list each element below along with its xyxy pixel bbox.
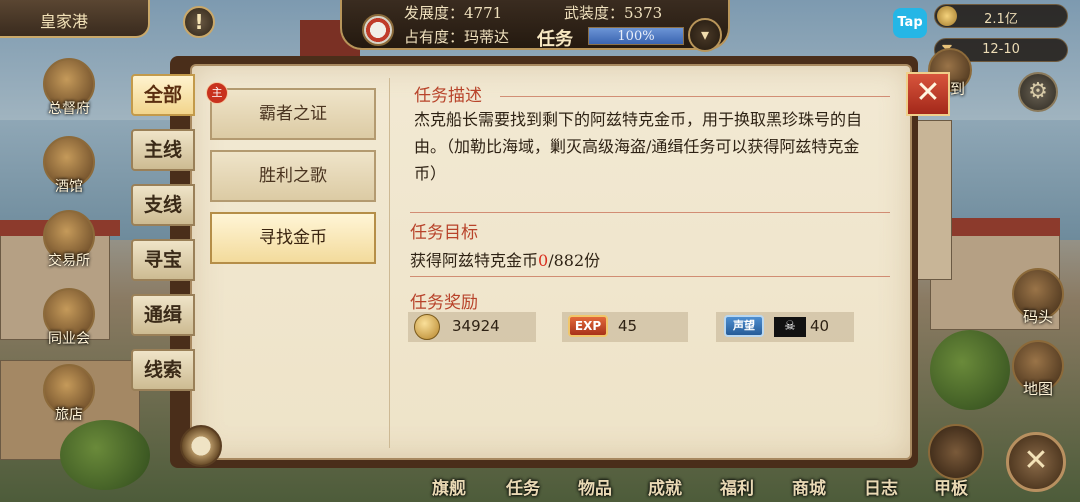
tab-wanted[interactable]: 通缉 [131, 294, 195, 336]
main-quest-badge: 主 [206, 82, 228, 104]
reward-coin: 34924 [408, 312, 536, 342]
tree-right [930, 330, 1010, 410]
exp-icon: EXP [568, 315, 608, 337]
compass-icon [180, 425, 222, 467]
menu-toggle-button[interactable]: ✕ [1006, 432, 1066, 492]
nav-log[interactable]: 日志 [864, 474, 898, 499]
tab-clues[interactable]: 线索 [131, 349, 195, 391]
tap-button[interactable]: Tap [893, 8, 927, 38]
reward-divider-top [410, 276, 890, 277]
city-guild-label: 同业会 [48, 331, 90, 347]
description-title: 任务描述 [414, 86, 482, 106]
quest-item-selected[interactable]: 寻找金币 [210, 212, 376, 264]
city-tavern-label: 酒馆 [55, 179, 83, 195]
tab-main[interactable]: 主线 [131, 129, 195, 171]
faction-emblem-icon [362, 14, 394, 46]
quest-name: 霸者之证 [259, 104, 327, 124]
city-inn-button[interactable]: 旅店 [38, 364, 100, 424]
nav-achievements[interactable]: 成就 [648, 474, 682, 499]
bottom-nav: 旗舰 任务 物品 成就 福利 商城 日志 甲板 [410, 470, 1010, 502]
nav-flagship[interactable]: 旗舰 [432, 474, 466, 499]
goal-total: /882份 [548, 251, 601, 270]
occupancy-stat: 占有度：玛蒂达 [404, 28, 510, 46]
city-exchange-button[interactable]: 交易所 [38, 210, 100, 270]
nav-shop[interactable]: 商城 [792, 474, 826, 499]
goal-current: 0 [538, 251, 549, 270]
city-governor-label: 总督府 [48, 101, 90, 117]
tree-left [60, 420, 150, 490]
goal-title: 任务目标 [410, 223, 478, 243]
gear-icon: ⚙ [1028, 79, 1048, 104]
quest-goal: 获得阿兹特克金币0/882份 [410, 247, 600, 271]
map-label: 地图 [1022, 380, 1053, 398]
dock-button[interactable]: 码头 [1008, 268, 1068, 327]
city-inn-label: 旅店 [55, 407, 83, 423]
task-progress-bar: 100% [588, 27, 684, 45]
gold-coin-icon [414, 314, 440, 340]
description-divider [500, 96, 890, 97]
city-exchange-label: 交易所 [48, 253, 90, 269]
map-button[interactable]: 地图 [1008, 340, 1068, 399]
exclamation-icon: ! [194, 10, 204, 34]
city-tavern-button[interactable]: 酒馆 [38, 136, 100, 196]
alert-button[interactable]: ! [183, 6, 215, 38]
city-governor-button[interactable]: 总督府 [38, 58, 100, 118]
tower-right [912, 120, 952, 280]
task-progress-label: 任务 [537, 29, 573, 50]
quest-name: 寻找金币 [259, 228, 327, 248]
tab-all[interactable]: 全部 [131, 74, 195, 116]
tab-side[interactable]: 支线 [131, 184, 195, 226]
armament-stat: 武装度：5373 [564, 4, 663, 22]
quest-item[interactable]: 主 霸者之证 [206, 82, 376, 140]
nav-welfare[interactable]: 福利 [720, 474, 754, 499]
quest-description: 杰克船长需要找到剩下的阿兹特克金币，用于换取黑珍珠号的自由。（加勒比海域，剿灭高… [414, 110, 863, 183]
location-tab[interactable]: 皇家港 [0, 0, 150, 38]
chevron-down-icon: ▾ [700, 25, 710, 44]
task-progress-text: 100% [617, 29, 655, 44]
reward-reputation-value: 40 [810, 317, 830, 335]
reputation-icon: 声望 [724, 315, 764, 337]
reward-reputation: 声望 ☠ 40 [716, 312, 854, 342]
close-icon: ✕ [915, 75, 941, 110]
nav-tasks[interactable]: 任务 [506, 474, 540, 499]
ship-icon[interactable] [928, 424, 984, 480]
dock-label: 码头 [1022, 308, 1053, 326]
quest-item[interactable]: 胜利之歌 [210, 150, 376, 202]
close-button[interactable]: ✕ [906, 72, 950, 116]
city-guild-button[interactable]: 同业会 [38, 288, 100, 348]
tab-treasure[interactable]: 寻宝 [131, 239, 195, 281]
quest-list: 主 霸者之证 胜利之歌 寻找金币 [200, 78, 390, 448]
goal-prefix: 获得阿兹特克金币 [410, 251, 539, 270]
reward-coin-value: 34924 [452, 317, 500, 335]
goal-divider-top [410, 212, 890, 213]
reward-exp-value: 45 [618, 317, 638, 335]
reward-title: 任务奖励 [410, 293, 478, 313]
expand-chevron-button[interactable]: ▾ [688, 18, 722, 52]
reward-exp: EXP 45 [562, 312, 688, 342]
location-label: 皇家港 [40, 12, 89, 31]
gold-display: 2.1亿 [934, 4, 1068, 28]
settings-button[interactable]: ⚙ [1018, 72, 1058, 112]
development-stat: 发展度：4771 [404, 4, 503, 22]
crossed-swords-icon: ✕ [1023, 443, 1049, 478]
nav-items[interactable]: 物品 [578, 474, 612, 499]
skull-crossbones-icon: ☠ [774, 317, 806, 337]
quest-name: 胜利之歌 [259, 166, 327, 186]
gold-value: 2.1亿 [984, 12, 1018, 27]
